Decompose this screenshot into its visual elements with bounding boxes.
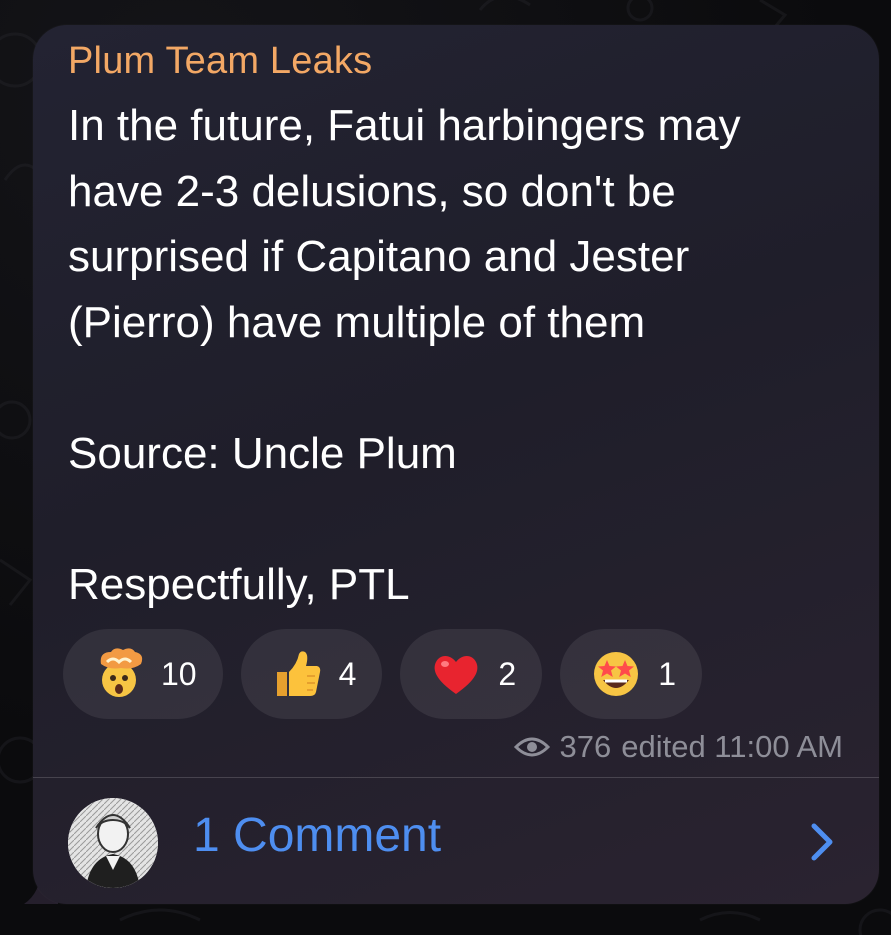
sender-name[interactable]: Plum Team Leaks [68, 40, 372, 83]
reaction-heart[interactable]: 2 [400, 629, 543, 719]
star-struck-icon [594, 652, 639, 696]
chat-background: Plum Team Leaks In the future, Fatui har… [0, 0, 891, 935]
reaction-count: 2 [498, 655, 517, 692]
reaction-count: 4 [338, 655, 357, 692]
message-bubble[interactable]: Plum Team Leaks In the future, Fatui har… [33, 25, 879, 904]
chevron-right-icon[interactable] [809, 822, 835, 862]
reaction-count: 1 [658, 655, 676, 692]
eye-icon [513, 737, 550, 757]
message-text: In the future, Fatui harbingers may have… [68, 101, 741, 609]
comment-count-link[interactable]: 1 Comment [193, 808, 441, 863]
message-meta: 376 edited 11:00 AM [513, 729, 843, 765]
message-status: edited 11:00 AM [621, 729, 843, 764]
reaction-thumbs-up[interactable]: 4 [240, 629, 383, 719]
heart-icon [434, 656, 478, 694]
reaction-count: 10 [161, 655, 197, 692]
comments-button[interactable]: 1 Comment [33, 778, 879, 904]
exploding-head-icon [100, 648, 143, 697]
reactions-row: 10 4 2 1 [63, 629, 702, 719]
avatar [68, 798, 158, 888]
reaction-exploding-head[interactable]: 10 [63, 629, 223, 719]
reaction-star-struck[interactable]: 1 [560, 629, 702, 719]
thumbs-up-icon [276, 651, 320, 696]
view-count: 376 [559, 729, 612, 764]
